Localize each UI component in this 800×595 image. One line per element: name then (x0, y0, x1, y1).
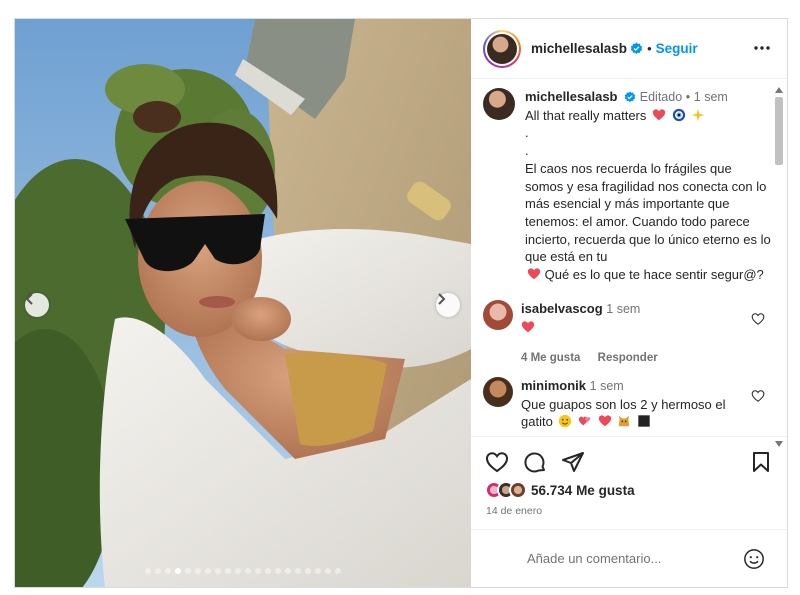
smiling-face-with-hearts-emoji-icon (559, 414, 572, 428)
previous-photo-button[interactable] (25, 293, 49, 317)
black-square-emoji-icon (638, 415, 650, 427)
follow-button[interactable]: Seguir (656, 41, 698, 56)
reply-button[interactable]: Responder (598, 352, 658, 364)
avatar-image (487, 33, 517, 64)
red-heart-emoji-icon (652, 109, 666, 120)
header-separator: • (647, 41, 652, 56)
post-date[interactable]: 14 de enero (486, 505, 542, 517)
caption-time[interactable]: 1 sem (694, 90, 728, 104)
comment-likes-count[interactable]: 4 Me gusta (521, 352, 580, 364)
smiley-icon[interactable] (743, 548, 765, 570)
carousel-dot (215, 568, 221, 574)
author-username[interactable]: michellesalasb (531, 41, 627, 56)
carousel-dot (315, 568, 321, 574)
nazar-amulet-emoji-icon (672, 108, 685, 121)
comment-avatar[interactable] (483, 377, 513, 407)
red-heart-emoji-icon (521, 320, 535, 332)
add-comment-area: Añade un comentario... (471, 529, 787, 587)
photo-illustration (15, 19, 471, 587)
liker-avatar (509, 481, 527, 499)
carousel-dot (165, 568, 171, 574)
bookmark-icon[interactable] (751, 451, 771, 473)
red-heart-emoji-icon (598, 415, 611, 427)
more-options-icon[interactable] (753, 39, 771, 57)
post-actions (471, 436, 787, 482)
heart-icon[interactable] (485, 451, 509, 473)
caption-username[interactable]: michellesalasb (525, 89, 618, 104)
verified-badge-icon (624, 91, 636, 103)
post-caption: michellesalasb Editado • 1 sem All that … (483, 88, 773, 284)
caption-separator: • (685, 90, 691, 104)
sparkle-emoji-icon (692, 108, 705, 121)
comment-time[interactable]: 1 sem (590, 379, 624, 393)
likes-summary[interactable]: 56.734 Me gusta (485, 481, 635, 499)
post-header: michellesalasb • Seguir (471, 19, 787, 79)
comment-item: minimonik 1 sem Que guapos son los 2 y h… (483, 377, 765, 431)
two-hearts-emoji-icon (578, 416, 591, 426)
scroll-up-arrow-icon[interactable] (775, 87, 783, 93)
comments-list[interactable]: michellesalasb Editado • 1 sem All that … (471, 80, 787, 436)
chevron-right-icon (438, 293, 446, 305)
post-sidebar: michellesalasb • Seguir michellesalasb E… (471, 19, 787, 587)
carousel-indicator (15, 568, 471, 574)
carousel-dot (275, 568, 281, 574)
likes-count[interactable]: 56.734 Me gusta (531, 483, 635, 498)
comment-username[interactable]: isabelvascog (521, 301, 603, 316)
post-photo[interactable] (15, 19, 471, 587)
caption-first-line: All that really matters (525, 107, 647, 123)
carousel-dot (235, 568, 241, 574)
share-icon[interactable] (561, 451, 585, 473)
carousel-dot (325, 568, 331, 574)
carousel-dot (305, 568, 311, 574)
carousel-dot (335, 568, 341, 574)
comment-input[interactable]: Añade un comentario... (527, 551, 661, 566)
cat-emoji-icon (619, 415, 630, 427)
scrollbar-thumb[interactable] (775, 97, 783, 165)
carousel-dot (225, 568, 231, 574)
comment-icon[interactable] (523, 451, 547, 473)
author-avatar[interactable] (483, 29, 521, 68)
carousel-dot (185, 568, 191, 574)
carousel-dot (285, 568, 291, 574)
carousel-dot (265, 568, 271, 574)
next-photo-button[interactable] (436, 293, 460, 317)
caption-text: . . El caos nos recuerda lo frágiles que… (525, 125, 771, 265)
chevron-left-icon (25, 293, 33, 305)
heart-icon[interactable] (751, 312, 765, 326)
comment-username[interactable]: minimonik (521, 378, 586, 393)
caption-avatar[interactable] (483, 88, 515, 120)
carousel-dot (205, 568, 211, 574)
comments-scrollbar[interactable] (773, 83, 785, 453)
carousel-dot (255, 568, 261, 574)
comment-avatar[interactable] (483, 300, 513, 330)
carousel-dot (145, 568, 151, 574)
verified-badge-icon (630, 42, 643, 55)
carousel-dot (295, 568, 301, 574)
caption-tail: Qué es lo que te hace sentir segur@? (544, 267, 764, 283)
carousel-dot (195, 568, 201, 574)
heart-icon[interactable] (751, 389, 765, 403)
post-modal: michellesalasb • Seguir michellesalasb E… (14, 18, 788, 588)
carousel-dot (155, 568, 161, 574)
carousel-dot (245, 568, 251, 574)
carousel-dot (175, 568, 181, 574)
edited-label: Editado (639, 90, 683, 104)
comment-time[interactable]: 1 sem (606, 302, 640, 316)
red-heart-emoji-icon (527, 268, 541, 280)
comment-item: isabelvascog 1 sem 4 Me gusta Responder (483, 300, 765, 368)
